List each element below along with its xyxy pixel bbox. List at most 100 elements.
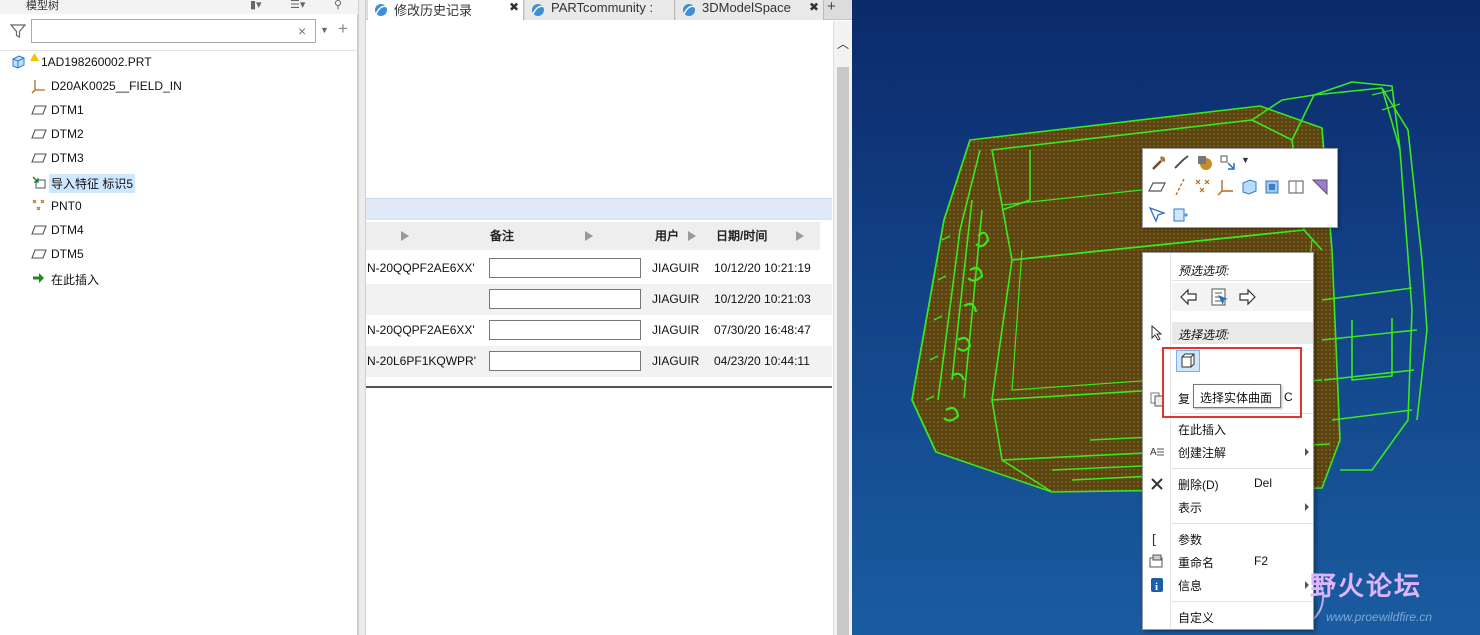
close-icon[interactable]: ✖ [509, 0, 519, 14]
tree-item-part[interactable]: 1AD198260002.PRT [0, 51, 358, 73]
tree-item-dtm3[interactable]: DTM3 [0, 147, 358, 169]
model-tree-header: 模型树 ▮▾ ☰▾ ⚲ [0, 0, 358, 14]
tree-item-label: DTM5 [51, 247, 84, 261]
row-date: 10/12/20 10:21:19 [714, 261, 811, 275]
browser-globe-icon [683, 4, 696, 16]
search-dropdown-icon[interactable]: ▼ [320, 25, 329, 35]
tab-partcommunity[interactable]: PARTcommunity : [525, 0, 675, 20]
part-icon [12, 55, 25, 69]
tree-item-dtm4[interactable]: DTM4 [0, 219, 358, 241]
mini-toolbar: ▼ [1142, 148, 1338, 228]
solid-icon[interactable] [1239, 177, 1259, 197]
tree-search-input[interactable] [31, 19, 316, 43]
table-bottom-border [366, 386, 832, 388]
menu-separator [1172, 468, 1313, 469]
tab-history[interactable]: 修改历史记录 ✖ [368, 0, 524, 20]
filter-icon[interactable] [10, 23, 26, 39]
browser-globe-icon [532, 4, 545, 16]
tree-item-label: D20AK0025__FIELD_IN [51, 79, 182, 93]
menu-item-rename[interactable]: 重命名 F2 [1172, 551, 1313, 573]
menu-item-insert-here[interactable]: 在此插入 [1172, 418, 1313, 440]
tree-item-label: 在此插入 [51, 273, 100, 287]
clear-search-icon[interactable]: × [298, 23, 306, 39]
model-tree-panel: 模型树 ▮▾ ☰▾ ⚲ × ▼ + 1AD198260002.PRT D20AK… [0, 0, 358, 635]
context-menu-gutter [1143, 253, 1171, 629]
appearance-icon[interactable] [1149, 153, 1169, 173]
render-icon[interactable] [1195, 153, 1215, 173]
tree-item-pnt0[interactable]: PNT0 [0, 195, 358, 217]
add-filter-icon[interactable]: + [338, 19, 348, 39]
view-icon[interactable] [1286, 177, 1306, 197]
tree-columns-icon[interactable]: ☰▾ [290, 0, 305, 11]
select-filter-icon[interactable] [1218, 153, 1238, 173]
tree-item-label: PNT0 [51, 199, 82, 213]
row-id: N-20QQPF2AE6XX' [367, 261, 475, 275]
query-select-icon[interactable] [1147, 205, 1167, 225]
header-note[interactable]: 备注 [490, 222, 514, 250]
watermark-url: www.proewildfire.cn [1326, 610, 1433, 624]
scrollbar-thumb[interactable] [837, 67, 849, 635]
sort-arrow-icon[interactable] [796, 231, 804, 241]
row-date: 10/12/20 10:21:03 [714, 292, 811, 306]
scroll-up-icon[interactable]: ︿ [837, 35, 849, 52]
highlight-annotation-box [1162, 347, 1302, 418]
menu-item-delete[interactable]: 删除(D) Del [1172, 473, 1313, 495]
chain-icon[interactable] [1172, 153, 1192, 173]
header-user[interactable]: 用户 [655, 222, 679, 250]
tree-item-csys[interactable]: D20AK0025__FIELD_IN [0, 75, 358, 97]
menu-item-label: 删除(D) [1178, 478, 1219, 492]
datum-point-icon[interactable] [1193, 177, 1213, 197]
tree-item-label: 1AD198260002.PRT [41, 55, 152, 69]
next-arrow-icon[interactable] [1237, 287, 1257, 307]
menu-item-label: 自定义 [1178, 611, 1215, 625]
section-icon[interactable] [1310, 177, 1330, 197]
tree-filter-toggle-icon[interactable]: ⚲ [334, 0, 342, 11]
tree-item-dtm1[interactable]: DTM1 [0, 99, 358, 121]
previous-arrow-icon[interactable] [1179, 287, 1199, 307]
tree-item-import-feature[interactable]: 导入特征 标识5 [0, 171, 358, 193]
datum-axis-icon[interactable] [1170, 177, 1190, 197]
sort-arrow-icon[interactable] [585, 231, 593, 241]
menu-item-info[interactable]: 信息 [1172, 574, 1313, 596]
note-input[interactable] [489, 258, 641, 278]
info-icon: i [1151, 578, 1163, 593]
chevron-down-icon[interactable]: ▼ [1241, 155, 1250, 165]
note-input[interactable] [489, 289, 641, 309]
new-tab-icon[interactable]: + [827, 0, 836, 15]
close-icon[interactable]: ✖ [809, 0, 819, 14]
vertical-scrollbar[interactable]: ︿ [833, 21, 852, 635]
model-tree-title: 模型树 [26, 0, 59, 12]
sort-arrow-icon[interactable] [688, 231, 696, 241]
menu-item-shortcut: F2 [1254, 554, 1269, 568]
menu-item-label: 重命名 [1178, 556, 1215, 570]
csys-icon[interactable] [1216, 177, 1236, 197]
tree-settings-icon[interactable]: ▮▾ [250, 0, 262, 11]
tree-item-insert-here[interactable]: 在此插入 [0, 267, 358, 289]
table-row: N-20QQPF2AE6XX' JIAGUIR 07/30/20 16:48:4… [366, 315, 832, 346]
menu-item-label: 表示 [1178, 501, 1203, 515]
menu-item-label: 在此插入 [1178, 423, 1227, 437]
tree-item-label: DTM1 [51, 103, 84, 117]
submenu-arrow-icon [1305, 581, 1309, 589]
tab-label: 3DModelSpace [702, 0, 791, 15]
menu-item-customize[interactable]: 自定义 [1172, 606, 1313, 628]
smart-select-icon[interactable] [1170, 205, 1190, 225]
note-input[interactable] [489, 320, 641, 340]
sort-arrow-icon[interactable] [401, 231, 409, 241]
tree-item-dtm5[interactable]: DTM5 [0, 243, 358, 265]
datum-plane-icon[interactable] [1147, 177, 1167, 197]
browser-panel: 修改历史记录 ✖ PARTcommunity : 3DModelSpace ✖ … [366, 0, 852, 635]
svg-text:i: i [1155, 581, 1158, 593]
pick-from-list-icon[interactable] [1209, 287, 1229, 307]
menu-item-parameters[interactable]: 参数 [1172, 528, 1313, 550]
header-date[interactable]: 日期/时间 [716, 222, 767, 250]
menu-item-create-annotation[interactable]: 创建注解 [1172, 441, 1313, 463]
tab-label: 修改历史记录 [394, 3, 473, 18]
tab-3dmodelspace[interactable]: 3DModelSpace ✖ [676, 0, 824, 20]
watermark-text: 野火论坛 [1310, 571, 1423, 601]
surface-icon[interactable] [1262, 177, 1282, 197]
note-input[interactable] [489, 351, 641, 371]
tree-item-dtm2[interactable]: DTM2 [0, 123, 358, 145]
menu-item-display[interactable]: 表示 [1172, 496, 1313, 518]
panel-splitter[interactable] [358, 0, 366, 635]
